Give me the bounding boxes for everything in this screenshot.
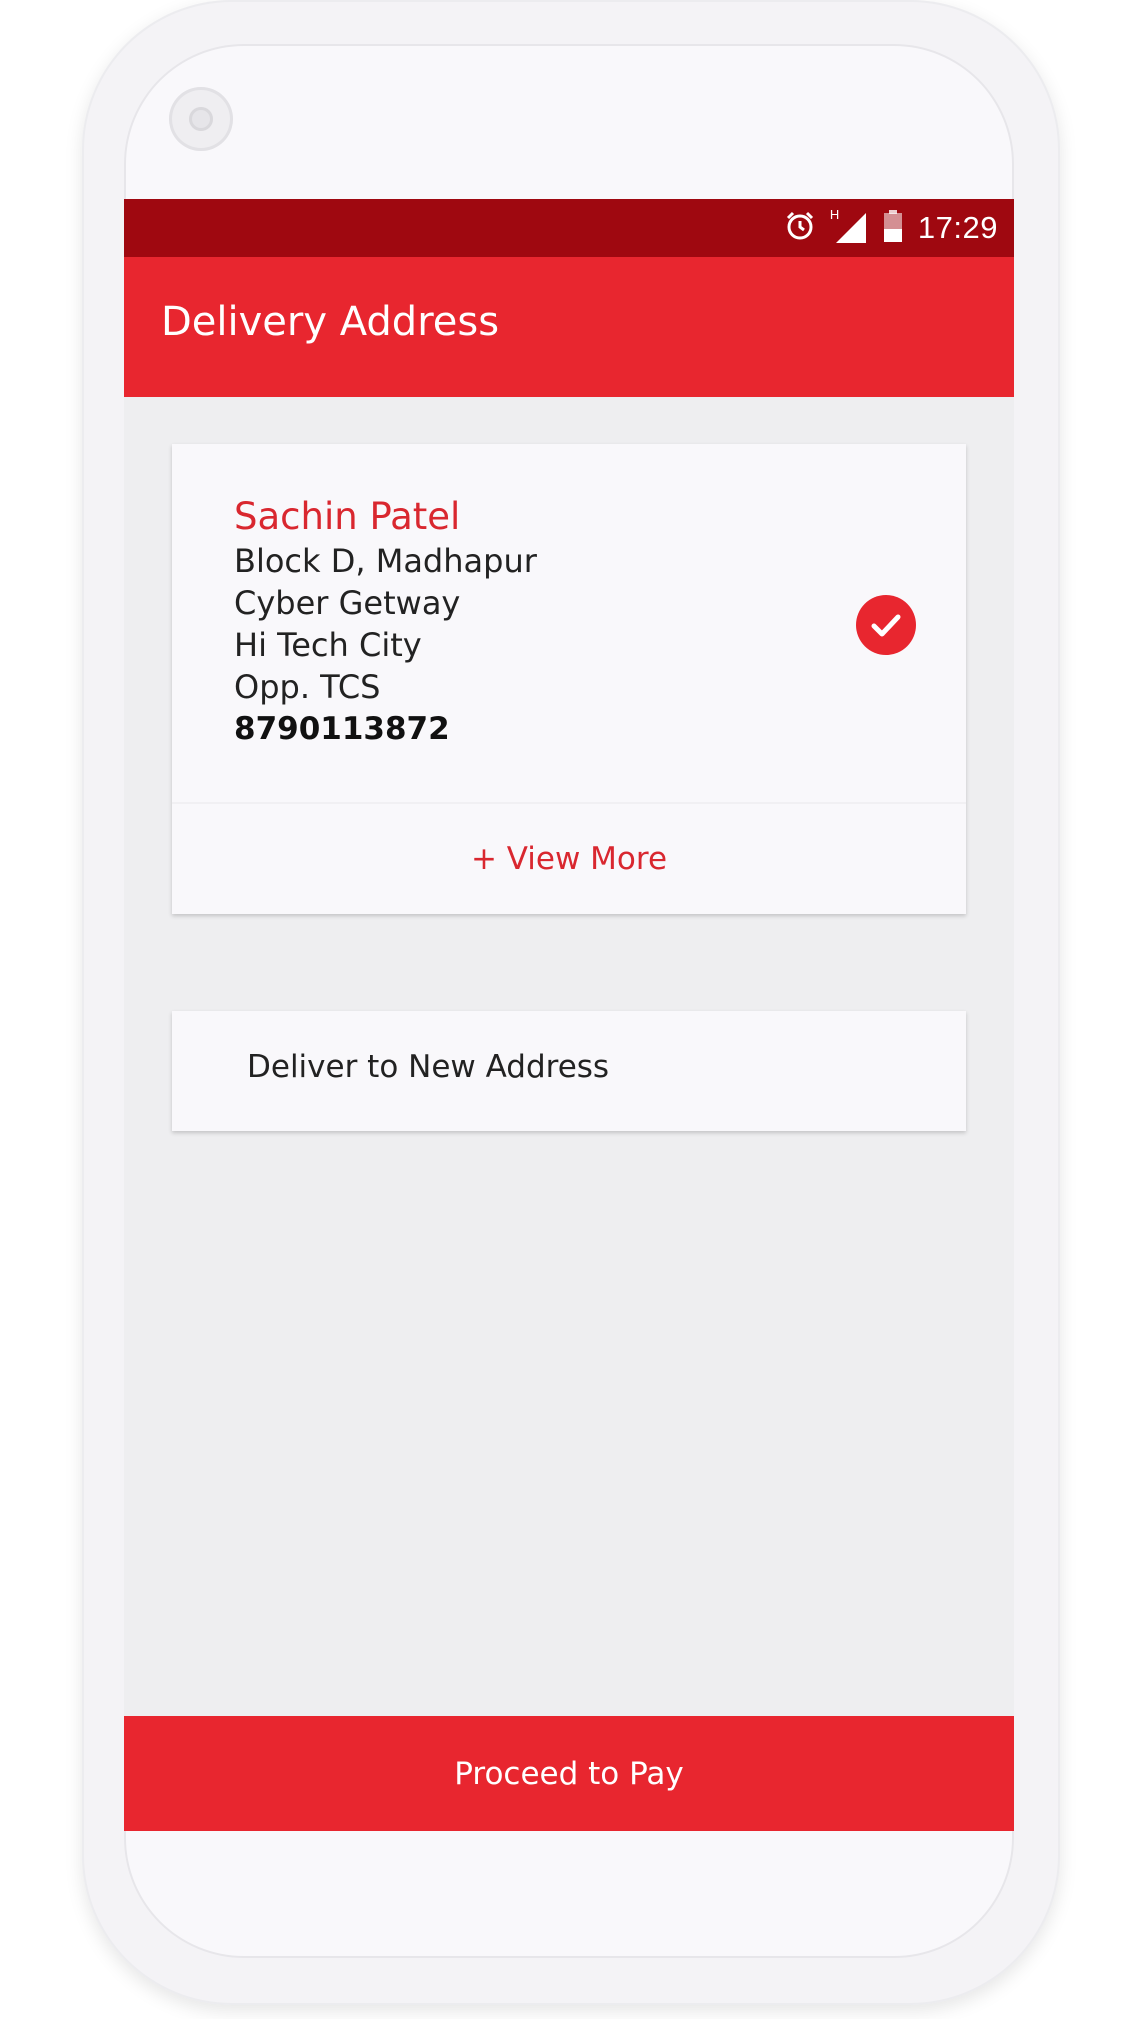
status-bar: H 17:29 [124, 199, 1014, 257]
status-time: 17:29 [917, 210, 998, 245]
address-line: Block D, Madhapur [234, 542, 537, 580]
new-address-button[interactable]: Deliver to New Address [172, 1011, 966, 1131]
saved-address-card[interactable]: Sachin Patel Block D, Madhapur Cyber Get… [172, 444, 966, 914]
page-title: Delivery Address [161, 299, 500, 345]
phone-screen-bezel: H 17:29 Delivery Address Sachin Patel Bl… [124, 44, 1014, 1958]
network-type-label: H [829, 207, 840, 222]
signal-icon: H [830, 207, 868, 245]
front-camera [169, 87, 233, 151]
view-more-button[interactable]: + View More [172, 804, 966, 914]
address-phone: 8790113872 [234, 711, 450, 747]
status-icons: H 17:29 [784, 207, 998, 249]
address-name: Sachin Patel [234, 495, 461, 538]
selected-check-icon[interactable] [856, 595, 916, 655]
proceed-to-pay-button[interactable]: Proceed to Pay [124, 1716, 1014, 1831]
address-details: Sachin Patel Block D, Madhapur Cyber Get… [234, 494, 537, 750]
address-line: Hi Tech City [234, 626, 422, 664]
alarm-icon [784, 210, 816, 246]
battery-icon [882, 209, 904, 247]
address-line: Opp. TCS [234, 668, 381, 706]
proceed-label: Proceed to Pay [454, 1755, 684, 1792]
app-bar: Delivery Address [124, 257, 1014, 397]
address-line: Cyber Getway [234, 584, 461, 622]
app-screen: H 17:29 Delivery Address Sachin Patel Bl… [124, 199, 1014, 1831]
new-address-label: Deliver to New Address [247, 1049, 610, 1085]
